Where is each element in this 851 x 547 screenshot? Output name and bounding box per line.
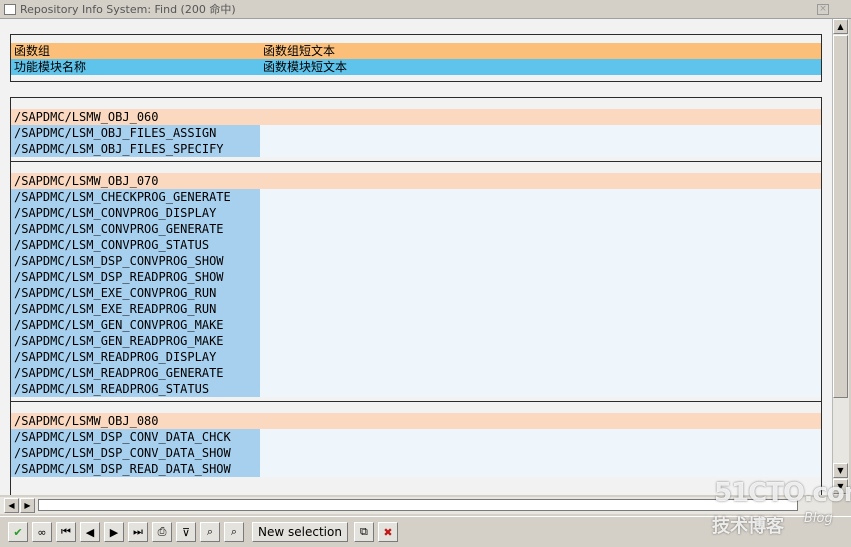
function-module-name[interactable]: /SAPDMC/LSM_DSP_CONVPROG_SHOW	[11, 253, 260, 269]
first-page-icon[interactable]: ⏮	[56, 522, 76, 542]
function-module-name[interactable]: /SAPDMC/LSM_OBJ_FILES_SPECIFY	[11, 141, 260, 157]
window-title: Repository Info System: Find (200 命中)	[20, 3, 236, 16]
watermark-blog: Blog	[804, 511, 833, 526]
result-list: 函数组 函数组短文本 功能模块名称 函数模块短文本 /SAPDMC/LSMW_O…	[0, 19, 832, 495]
function-module-name[interactable]: /SAPDMC/LSM_DSP_READ_DATA_SHOW	[11, 461, 260, 477]
function-group-name[interactable]: /SAPDMC/LSMW_OBJ_080	[11, 413, 159, 429]
list-item[interactable]: /SAPDMC/LSM_READPROG_STATUS	[11, 381, 821, 397]
function-module-name[interactable]: /SAPDMC/LSM_GEN_CONVPROG_MAKE	[11, 317, 260, 333]
scroll-up-icon[interactable]: ▲	[833, 19, 848, 34]
function-module-name[interactable]: /SAPDMC/LSM_DSP_CONV_DATA_SHOW	[11, 445, 260, 461]
function-group-name[interactable]: /SAPDMC/LSMW_OBJ_060	[11, 109, 159, 125]
watermark: 51CTO.com 技术博客 Blog	[712, 478, 851, 538]
list-item[interactable]: /SAPDMC/LSM_CONVPROG_DISPLAY	[11, 205, 821, 221]
list-item[interactable]: /SAPDMC/LSM_DSP_READPROG_SHOW	[11, 269, 821, 285]
header-function-module-text: 函数模块短文本	[263, 60, 348, 74]
horizontal-scrollbar[interactable]: ◀ ▶	[0, 497, 832, 514]
function-module-name[interactable]: /SAPDMC/LSM_EXE_READPROG_RUN	[11, 301, 260, 317]
watermark-subtitle: 技术博客	[712, 516, 784, 537]
scroll-left-icon[interactable]: ◀	[4, 498, 19, 513]
last-page-icon[interactable]: ⏭	[128, 522, 148, 542]
list-item[interactable]: /SAPDMC/LSM_OBJ_FILES_ASSIGN	[11, 125, 821, 141]
list-item[interactable]: /SAPDMC/LSM_READPROG_DISPLAY	[11, 349, 821, 365]
previous-page-icon[interactable]: ◀	[80, 522, 100, 542]
function-module-name[interactable]: /SAPDMC/LSM_OBJ_FILES_ASSIGN	[11, 125, 260, 141]
function-module-name[interactable]: /SAPDMC/LSM_EXE_CONVPROG_RUN	[11, 285, 260, 301]
header-row-function-group: 函数组 函数组短文本	[11, 43, 821, 59]
function-module-name[interactable]: /SAPDMC/LSM_CHECKPROG_GENERATE	[11, 189, 260, 205]
function-group-name[interactable]: /SAPDMC/LSMW_OBJ_070	[11, 173, 159, 189]
list-item[interactable]: /SAPDMC/LSM_READPROG_GENERATE	[11, 365, 821, 381]
list-item[interactable]: /SAPDMC/LSM_DSP_CONV_DATA_CHCK	[11, 429, 821, 445]
function-module-name[interactable]: /SAPDMC/LSM_CONVPROG_STATUS	[11, 237, 260, 253]
list-header: 函数组 函数组短文本 功能模块名称 函数模块短文本	[10, 34, 822, 82]
function-group-row[interactable]: /SAPDMC/LSMW_OBJ_060	[11, 109, 821, 125]
list-item[interactable]: /SAPDMC/LSM_CHECKPROG_GENERATE	[11, 189, 821, 205]
function-group-block: /SAPDMC/LSMW_OBJ_070 /SAPDMC/LSM_CHECKPR…	[10, 161, 822, 403]
header-row-function-module: 功能模块名称 函数模块短文本	[11, 59, 821, 75]
function-group-row[interactable]: /SAPDMC/LSMW_OBJ_070	[11, 173, 821, 189]
horizontal-scroll-track[interactable]	[38, 499, 798, 511]
list-item[interactable]: /SAPDMC/LSM_EXE_READPROG_RUN	[11, 301, 821, 317]
close-icon[interactable]: ×	[817, 3, 829, 15]
list-item[interactable]: /SAPDMC/LSM_CONVPROG_GENERATE	[11, 221, 821, 237]
filter-icon[interactable]: ⊽	[176, 522, 196, 542]
find-next-icon[interactable]: ⌕	[224, 522, 244, 542]
list-item[interactable]: /SAPDMC/LSM_CONVPROG_STATUS	[11, 237, 821, 253]
function-module-name[interactable]: /SAPDMC/LSM_DSP_READPROG_SHOW	[11, 269, 260, 285]
window-icon	[4, 3, 16, 15]
function-module-name[interactable]: /SAPDMC/LSM_READPROG_DISPLAY	[11, 349, 260, 365]
glasses-icon[interactable]: ∞	[32, 522, 52, 542]
function-module-name[interactable]: /SAPDMC/LSM_DSP_CONV_DATA_CHCK	[11, 429, 260, 445]
function-group-block: /SAPDMC/LSMW_OBJ_060 /SAPDMC/LSM_OBJ_FIL…	[10, 97, 822, 163]
list-item[interactable]: /SAPDMC/LSM_DSP_READ_DATA_SHOW	[11, 461, 821, 477]
function-group-row[interactable]: /SAPDMC/LSMW_OBJ_080	[11, 413, 821, 429]
scroll-right-icon[interactable]: ▶	[20, 498, 35, 513]
function-module-name[interactable]: /SAPDMC/LSM_GEN_READPROG_MAKE	[11, 333, 260, 349]
vertical-scrollbar[interactable]: ▲ ▼ ▼	[832, 19, 849, 495]
function-module-name[interactable]: /SAPDMC/LSM_READPROG_GENERATE	[11, 365, 260, 381]
scroll-thumb[interactable]	[833, 35, 848, 398]
list-item[interactable]: /SAPDMC/LSM_EXE_CONVPROG_RUN	[11, 285, 821, 301]
function-group-block: /SAPDMC/LSMW_OBJ_080 /SAPDMC/LSM_DSP_CON…	[10, 401, 822, 495]
header-function-module: 功能模块名称	[14, 60, 87, 74]
function-module-name[interactable]: /SAPDMC/LSM_CONVPROG_GENERATE	[11, 221, 260, 237]
next-page-icon[interactable]: ▶	[104, 522, 124, 542]
print-icon[interactable]: ⎙	[152, 522, 172, 542]
copy-icon[interactable]: ⧉	[353, 522, 374, 542]
header-function-group-text: 函数组短文本	[263, 44, 336, 58]
function-module-name[interactable]: /SAPDMC/LSM_READPROG_STATUS	[11, 381, 260, 397]
find-icon[interactable]: ⌕	[200, 522, 220, 542]
list-item[interactable]: /SAPDMC/LSM_GEN_CONVPROG_MAKE	[11, 317, 821, 333]
new-selection-button[interactable]: New selection	[252, 522, 348, 542]
function-module-name[interactable]: /SAPDMC/LSM_CONVPROG_DISPLAY	[11, 205, 260, 221]
list-item[interactable]: /SAPDMC/LSM_GEN_READPROG_MAKE	[11, 333, 821, 349]
list-item[interactable]: /SAPDMC/LSM_DSP_CONVPROG_SHOW	[11, 253, 821, 269]
header-function-group: 函数组	[14, 44, 51, 58]
check-icon[interactable]: ✔	[8, 522, 28, 542]
watermark-site: 51CTO.com	[714, 478, 851, 508]
list-item[interactable]: /SAPDMC/LSM_DSP_CONV_DATA_SHOW	[11, 445, 821, 461]
scroll-down-icon[interactable]: ▼	[833, 463, 848, 478]
cancel-icon[interactable]: ✖	[377, 522, 398, 542]
title-bar: Repository Info System: Find (200 命中) ×	[0, 0, 851, 19]
list-item[interactable]: /SAPDMC/LSM_OBJ_FILES_SPECIFY	[11, 141, 821, 157]
